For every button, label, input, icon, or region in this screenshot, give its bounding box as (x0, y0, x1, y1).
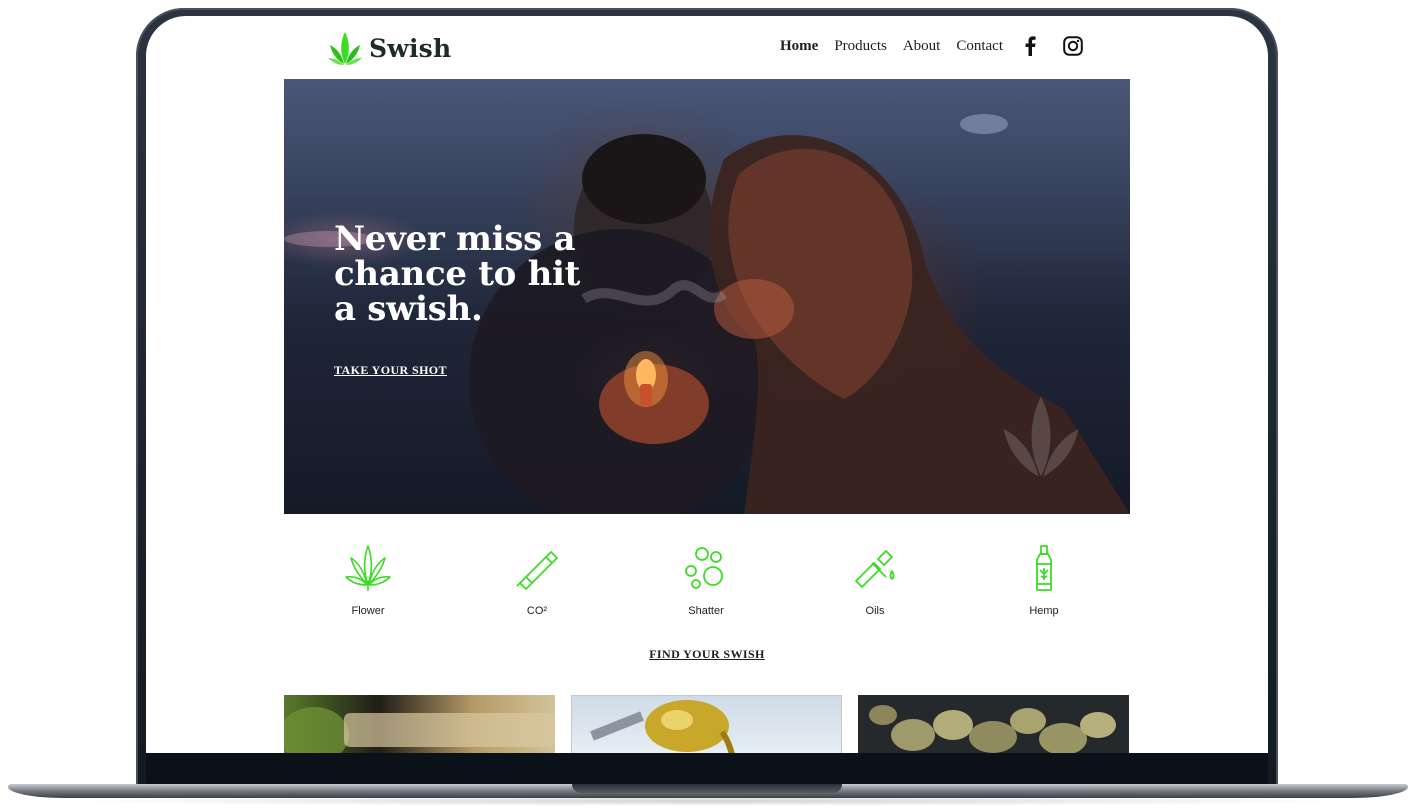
hero-banner: Never miss a chance to hit a swish. TAKE… (284, 79, 1130, 514)
category-oils[interactable]: Oils (815, 543, 935, 617)
site-header: Swish Home Products About Contact (284, 16, 1130, 79)
nav-contact[interactable]: Contact (956, 38, 1003, 55)
vape-pen-icon (516, 551, 558, 590)
hero-heading: Never miss a chance to hit a swish. (334, 219, 581, 329)
social-links (1023, 36, 1083, 56)
product-photo (869, 705, 1116, 753)
product-photo (284, 707, 555, 753)
product-tile-image[interactable] (571, 695, 842, 753)
category-label: Shatter (688, 605, 724, 617)
product-photo (590, 700, 735, 753)
nav-home[interactable]: Home (780, 38, 818, 55)
main-nav: Home Products About Contact (764, 36, 1083, 56)
product-tile-image[interactable] (284, 695, 555, 753)
category-label: Hemp (1029, 605, 1059, 617)
category-hemp[interactable]: Hemp (984, 543, 1104, 617)
instagram-icon[interactable] (1063, 36, 1083, 56)
take-your-shot-link[interactable]: TAKE YOUR SHOT (334, 363, 447, 378)
bubbles-icon (685, 547, 723, 589)
category-label: CO² (526, 605, 548, 617)
cannabis-leaf-icon (328, 32, 362, 65)
category-flower[interactable]: Flower (308, 543, 428, 617)
category-label: Oils (865, 605, 885, 617)
category-row: Flower CO² Shatter Oils Hemp (284, 543, 1130, 623)
brand-logo[interactable]: Swish (327, 30, 451, 66)
category-shatter[interactable]: Shatter (646, 543, 766, 617)
cannabis-leaf-icon (345, 545, 391, 591)
category-label: Flower (351, 605, 385, 617)
product-tile-image[interactable] (858, 695, 1129, 753)
find-your-swish-link[interactable]: FIND YOUR SWISH (284, 647, 1130, 662)
cannabis-leaf-icon (1003, 396, 1079, 477)
laptop-bezel (146, 753, 1268, 785)
brand-name: Swish (369, 33, 452, 63)
laptop-notch (572, 784, 842, 793)
nav-about[interactable]: About (903, 38, 941, 55)
bottle-icon (1036, 545, 1052, 591)
dropper-icon (855, 550, 895, 588)
nav-products[interactable]: Products (834, 38, 887, 55)
laptop-screen: Swish Home Products About Contact Never … (146, 16, 1268, 753)
category-co2[interactable]: CO² (477, 543, 597, 617)
facebook-icon[interactable] (1023, 36, 1037, 56)
